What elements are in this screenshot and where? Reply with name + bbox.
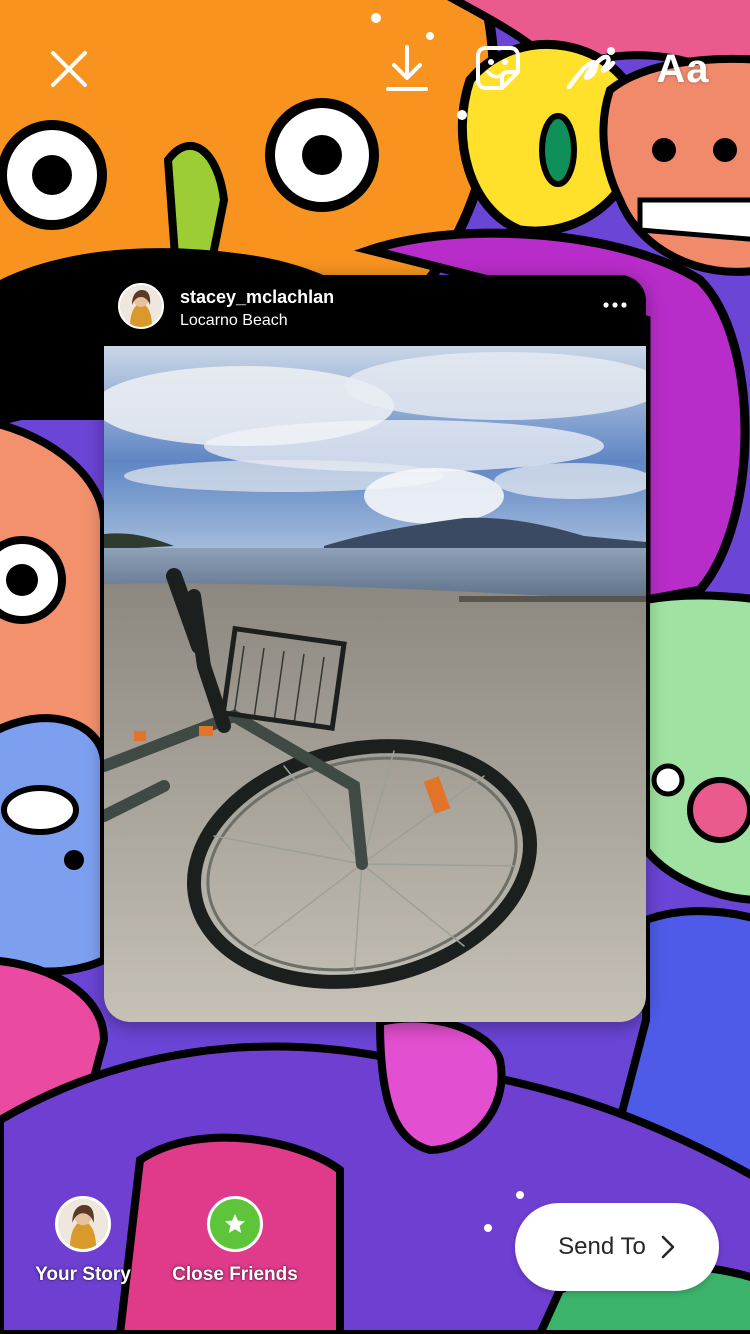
- sticker-button[interactable]: [470, 40, 526, 96]
- post-location[interactable]: Locarno Beach: [180, 312, 288, 330]
- shared-post-sticker[interactable]: stacey_mclachlan Locarno Beach: [104, 275, 646, 1022]
- post-header: stacey_mclachlan Locarno Beach: [104, 275, 646, 345]
- download-button[interactable]: [382, 42, 432, 94]
- more-horizontal-icon: [603, 302, 627, 308]
- post-photo-beach-bicycle: [104, 346, 646, 1022]
- draw-button[interactable]: [562, 42, 618, 94]
- text-tool-label: Aa: [656, 46, 710, 91]
- post-author-avatar[interactable]: [118, 283, 164, 329]
- text-tool-button[interactable]: Aa: [648, 44, 718, 94]
- close-button[interactable]: [44, 46, 94, 92]
- share-bar: Your Story Close Friends Send To: [0, 1190, 750, 1334]
- close-friends-circle: [207, 1196, 263, 1252]
- your-story-button[interactable]: Your Story: [28, 1196, 138, 1286]
- squiggle-draw-icon: [566, 47, 616, 90]
- your-story-avatar: [55, 1196, 111, 1252]
- editor-toolbar: Aa: [0, 0, 750, 140]
- close-friends-button[interactable]: Close Friends: [165, 1196, 305, 1286]
- close-icon: [51, 51, 87, 87]
- post-more-options[interactable]: [602, 295, 628, 315]
- star-icon: [225, 1214, 245, 1233]
- send-to-label: Send To: [558, 1233, 646, 1260]
- your-story-label: Your Story: [35, 1264, 131, 1285]
- download-icon: [386, 45, 428, 91]
- close-friends-label: Close Friends: [172, 1264, 298, 1285]
- post-username[interactable]: stacey_mclachlan: [180, 287, 334, 308]
- sticker-icon: [476, 46, 520, 90]
- send-to-button[interactable]: Send To: [515, 1203, 719, 1291]
- chevron-right-icon: [661, 1235, 675, 1259]
